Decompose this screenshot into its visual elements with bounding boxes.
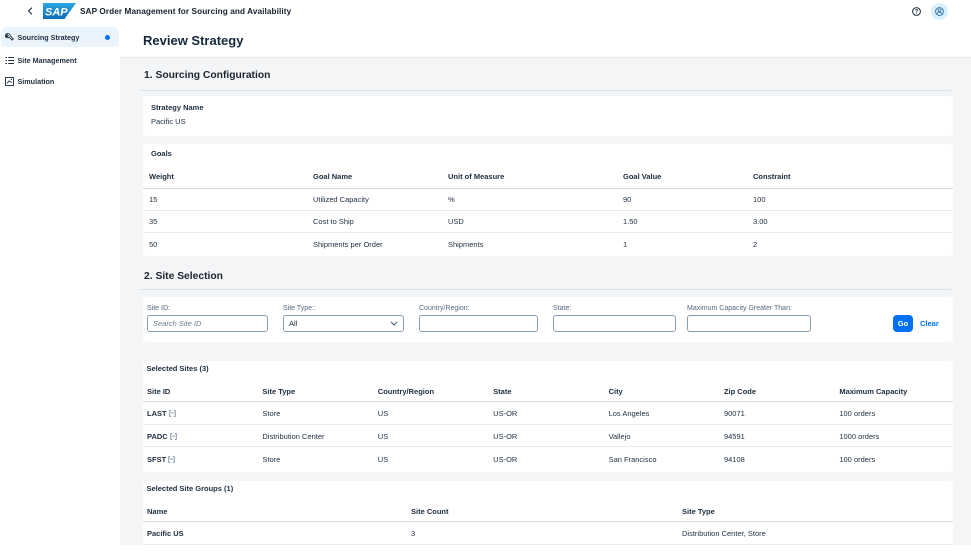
svg-text:SAP: SAP	[45, 7, 68, 19]
svg-text:?: ?	[914, 9, 918, 15]
